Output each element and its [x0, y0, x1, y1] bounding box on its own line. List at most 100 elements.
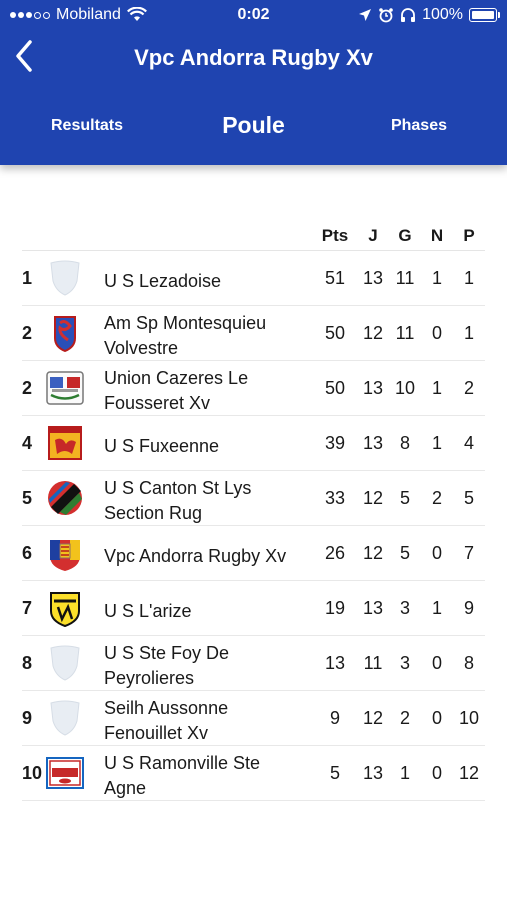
battery-icon	[469, 8, 500, 22]
points-value: 26	[324, 543, 346, 563]
won-value: 3	[399, 653, 410, 673]
table-row[interactable]: 8 U S Ste Foy De Peyrolieres 13 11 3 0 8	[22, 636, 485, 691]
team-logo-icon	[46, 479, 84, 517]
points-value: 33	[324, 488, 346, 508]
status-bar: Mobiland 0:02 100%	[0, 0, 507, 30]
app-header: Mobiland 0:02 100% Vpc Andorra Rugby Xv …	[0, 0, 507, 165]
won-value: 3	[399, 598, 410, 618]
table-body: 1U S Lezadoise 51 13 11 1 1 2 Am Sp Montesquieu…	[22, 251, 485, 801]
table-row[interactable]: 7U S L'arize 19 13 3 1 9	[22, 581, 485, 636]
table-row[interactable]: 5 U S Canton St Lys Section Rug 33 12 5 2 5	[22, 471, 485, 526]
table-row[interactable]: 2 Union Cazeres Le Fousseret Xv 50 13 10 1 2	[22, 361, 485, 416]
points-value: 50	[324, 323, 346, 343]
played-value: 12	[362, 488, 384, 508]
page-title: Vpc Andorra Rugby Xv	[134, 45, 373, 70]
table-row[interactable]: 1U S Lezadoise 51 13 11 1 1	[22, 251, 485, 306]
rank: 7	[22, 598, 33, 618]
won-value: 5	[399, 488, 410, 508]
drawn-value: 0	[431, 323, 442, 343]
header-g: G	[398, 226, 412, 245]
table-row[interactable]: 4 U S Fuxeenne 39 13 8 1 4	[22, 416, 485, 471]
won-value: 10	[394, 378, 416, 398]
lost-value: 1	[463, 323, 474, 343]
team-name: U S Ste Foy De Peyrolieres	[104, 643, 230, 688]
played-value: 13	[362, 763, 384, 783]
table-header: Pts J G N P	[22, 220, 485, 251]
won-value: 11	[395, 323, 415, 343]
team-logo-icon	[46, 259, 84, 297]
played-value: 13	[362, 598, 384, 618]
team-logo-icon	[46, 424, 84, 462]
team-logo-icon	[46, 314, 84, 353]
header-pts: Pts	[321, 226, 349, 245]
drawn-value: 1	[431, 378, 442, 398]
lost-value: 12	[458, 763, 480, 783]
header-j: J	[368, 226, 378, 245]
lost-value: 8	[463, 653, 474, 673]
rank: 6	[22, 543, 33, 563]
drawn-value: 0	[431, 653, 442, 673]
tab-phases[interactable]: Phases	[391, 117, 447, 135]
team-logo-icon	[46, 699, 84, 737]
table-row[interactable]: 9 Seilh Aussonne Fenouillet Xv 9 12 2 0 10	[22, 691, 485, 746]
location-icon	[359, 9, 372, 21]
rank: 4	[22, 433, 33, 453]
headphones-icon	[401, 8, 416, 22]
standings-table: Pts J G N P 1U S Lezadoise 51 13 11 1 1 2 Am Sp…	[22, 220, 485, 801]
rank: 1	[22, 268, 33, 288]
won-value: 1	[399, 763, 410, 783]
drawn-value: 2	[431, 488, 442, 508]
table-row[interactable]: 6 Vpc Andorra Rugby Xv 26 12 5 0 7	[22, 526, 485, 581]
drawn-value: 0	[431, 708, 442, 728]
team-name: Union Cazeres Le Fousseret Xv	[104, 368, 249, 413]
won-value: 11	[395, 268, 415, 288]
navigation-bar: Vpc Andorra Rugby Xv	[0, 34, 507, 82]
points-value: 50	[324, 378, 346, 398]
team-logo-icon	[46, 369, 84, 407]
rank: 2	[22, 323, 33, 343]
played-value: 12	[362, 543, 384, 563]
played-value: 12	[362, 323, 384, 343]
table-row[interactable]: 2 Am Sp Montesquieu Volvestre 50 12 11 0 1	[22, 306, 485, 361]
battery-percentage: 100%	[422, 6, 463, 23]
lost-value: 10	[458, 708, 480, 728]
points-value: 5	[329, 763, 340, 783]
won-value: 8	[399, 433, 410, 453]
won-value: 2	[399, 708, 410, 728]
points-value: 19	[324, 598, 346, 618]
header-n: N	[430, 226, 444, 245]
team-logo-icon	[46, 534, 84, 572]
team-logo-icon	[46, 644, 84, 682]
team-name: Seilh Aussonne Fenouillet Xv	[104, 698, 229, 743]
team-name: U S Ramonville Ste Agne	[104, 753, 261, 798]
rank: 10	[22, 763, 43, 783]
drawn-value: 0	[431, 543, 442, 563]
played-value: 11	[363, 653, 383, 673]
points-value: 13	[324, 653, 346, 673]
points-value: 9	[329, 708, 340, 728]
lost-value: 4	[463, 433, 474, 453]
lost-value: 9	[463, 598, 474, 618]
team-logo-icon	[46, 589, 84, 628]
rank: 5	[22, 488, 33, 508]
drawn-value: 1	[431, 433, 442, 453]
played-value: 13	[362, 268, 384, 288]
lost-value: 5	[463, 488, 474, 508]
drawn-value: 0	[431, 763, 442, 783]
team-name: U S Fuxeenne	[104, 435, 220, 456]
rank: 2	[22, 378, 33, 398]
drawn-value: 1	[431, 598, 442, 618]
rank: 8	[22, 653, 33, 673]
table-row[interactable]: 10 U S Ramonville Ste Agne 5 13 1 0 12	[22, 746, 485, 801]
lost-value: 2	[463, 378, 474, 398]
won-value: 5	[399, 543, 410, 563]
rank: 9	[22, 708, 33, 728]
lost-value: 1	[463, 268, 474, 288]
header-p: P	[463, 226, 475, 245]
team-name: Vpc Andorra Rugby Xv	[104, 545, 287, 566]
played-value: 13	[362, 433, 384, 453]
played-value: 13	[362, 378, 384, 398]
team-name: U S Lezadoise	[104, 270, 222, 291]
drawn-value: 1	[431, 268, 442, 288]
points-value: 39	[324, 433, 346, 453]
